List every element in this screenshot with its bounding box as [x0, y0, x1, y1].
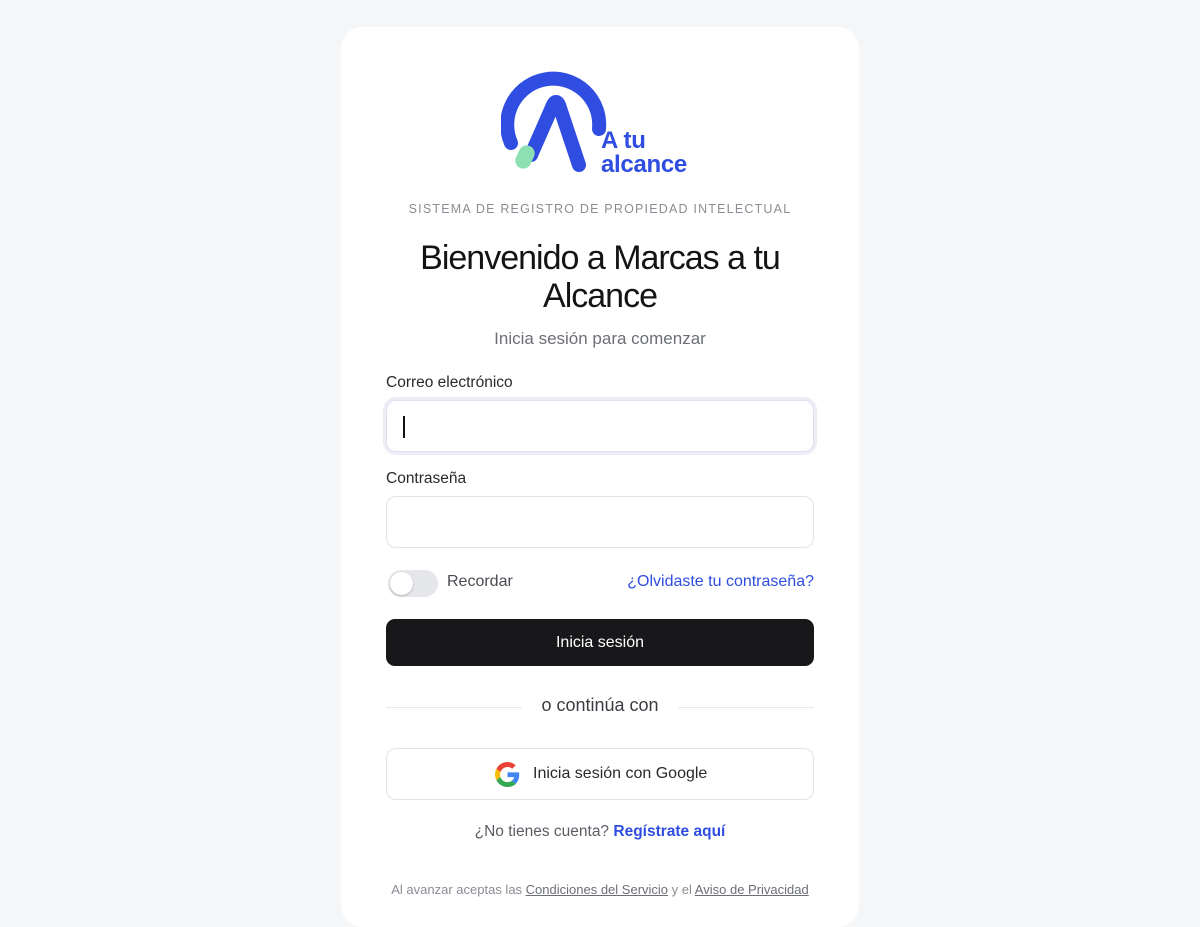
toggle-knob [390, 572, 413, 595]
signup-link[interactable]: Regístrate aquí [613, 823, 725, 840]
signup-prompt: ¿No tienes cuenta? Regístrate aquí [341, 823, 859, 841]
google-button-label: Inicia sesión con Google [533, 765, 708, 782]
remember-label: Recordar [447, 573, 513, 590]
brand-logo: A tu alcance [500, 69, 701, 179]
divider-line-right [678, 707, 814, 708]
privacy-link[interactable]: Aviso de Privacidad [695, 882, 809, 897]
password-label: Contraseña [386, 470, 467, 487]
sign-in-button[interactable]: Inicia sesión [386, 619, 814, 666]
page-title: Bienvenido a Marcas a tu Alcance [420, 239, 781, 315]
password-field[interactable] [386, 496, 814, 548]
legal-prefix: Al avanzar aceptas las [391, 882, 523, 897]
email-field[interactable] [386, 400, 814, 452]
forgot-password-link[interactable]: ¿Olvidaste tu contraseña? [627, 573, 814, 591]
text-caret [403, 416, 405, 438]
email-label: Correo electrónico [386, 374, 513, 391]
google-sign-in-button[interactable]: Inicia sesión con Google [386, 748, 814, 800]
divider-text: o continúa con [541, 695, 659, 715]
logo-line-2: alcance [601, 151, 687, 178]
google-g-icon [495, 762, 520, 787]
page-subtitle: Inicia sesión para comenzar [494, 329, 706, 348]
terms-link[interactable]: Condiciones del Servicio [526, 882, 668, 897]
logo-text: A tu alcance [601, 129, 687, 177]
system-eyebrow: SISTEMA DE REGISTRO DE PROPIEDAD INTELEC… [408, 202, 792, 216]
logo-line-1: A tu [601, 127, 646, 154]
remember-toggle[interactable] [388, 570, 438, 597]
legal-conjunction: y el [671, 882, 692, 897]
login-card: A tu alcance SISTEMA DE REGISTRO DE PROP… [341, 27, 859, 927]
legal-notice: Al avanzar aceptas las Condiciones del S… [341, 882, 859, 897]
signup-question: ¿No tienes cuenta? [474, 823, 610, 840]
